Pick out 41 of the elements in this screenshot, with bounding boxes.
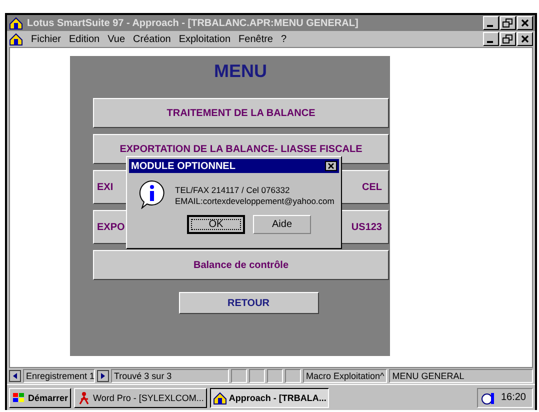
app-house-icon — [9, 16, 23, 30]
restore-button[interactable] — [500, 16, 516, 30]
status-record: Enregistrement 1 — [23, 369, 95, 383]
menu-item[interactable]: Exploitation — [178, 34, 231, 44]
menu-option-button[interactable]: TRAITEMENT DE LA BALANCE — [93, 98, 389, 128]
button-label-part: CEL — [362, 182, 382, 192]
figure-icon — [77, 390, 92, 404]
button-label-part: US123 — [351, 222, 382, 232]
menu-item[interactable]: Edition — [69, 34, 100, 44]
windows-flag-icon — [12, 392, 26, 404]
left-arrow-button[interactable] — [9, 370, 21, 382]
restore-button[interactable] — [500, 32, 516, 46]
back-button[interactable]: RETOUR — [178, 292, 318, 314]
info-icon — [137, 179, 167, 209]
button-label-part: EXI — [97, 182, 114, 192]
taskbar-task[interactable]: Approach - [TRBALA... — [210, 388, 330, 408]
menu-option-button[interactable]: Balance de contrôle — [93, 250, 389, 280]
menu-item[interactable]: Fichier — [31, 34, 62, 44]
menu-item[interactable]: Création — [133, 34, 171, 44]
form-title: MENU — [214, 60, 267, 83]
start-button[interactable]: Démarrer — [9, 388, 72, 408]
close-button[interactable] — [325, 161, 337, 171]
minimize-button[interactable] — [483, 32, 499, 46]
dialog-button[interactable]: Aide — [253, 215, 311, 234]
window-title: Lotus SmartSuite 97 - Approach - [TRBALANC.APR:MENU GENERAL] — [27, 18, 360, 28]
menu-item[interactable]: Fenêtre — [238, 34, 273, 44]
dialog-button[interactable]: OK — [187, 215, 245, 234]
menu-item[interactable]: Vue — [108, 34, 126, 44]
clock: 16:20 — [500, 392, 526, 403]
right-arrow-button[interactable] — [97, 370, 109, 382]
minimize-button[interactable] — [483, 16, 499, 30]
taskbar-task[interactable]: Word Pro - [SYLEXLCOM... — [74, 388, 207, 408]
dialog-message: EMAIL:cortexdeveloppement@yahoo.com — [175, 196, 334, 207]
menu-item[interactable]: ? — [281, 34, 287, 44]
button-label-part: EXPO — [97, 222, 125, 232]
dialog-message: TEL/FAX 214117 / Cel 076332 — [175, 185, 291, 196]
status-view: MENU GENERAL — [389, 369, 533, 383]
status-found: Trouvé 3 sur 3 — [111, 369, 229, 383]
document-house-icon[interactable] — [9, 32, 23, 46]
status-macro: Macro Exploitation^ — [303, 369, 388, 383]
app-house-icon — [212, 390, 227, 404]
